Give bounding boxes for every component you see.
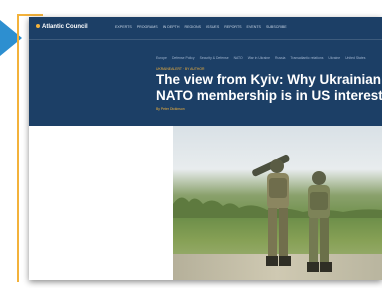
nav-item-reports[interactable]: REPORTS: [224, 25, 241, 29]
topic-tag[interactable]: Ukraine: [328, 56, 340, 60]
nav-item-events[interactable]: EVENTS: [247, 25, 261, 29]
nav-item-subscribe[interactable]: SUBSCRIBE: [266, 25, 287, 29]
article-title-line-2: NATO membership is in US interest: [156, 87, 382, 103]
article-title: The view from Kyiv: Why Ukrainian NATO m…: [156, 72, 382, 103]
nav-item-issues[interactable]: ISSUES: [206, 25, 219, 29]
topic-tag[interactable]: NATO: [234, 56, 243, 60]
decorative-frame-line-vertical: [17, 14, 19, 282]
topic-tag[interactable]: Transatlantic relations: [290, 56, 323, 60]
main-nav: EXPERTS PROGRAMS IN DEPTH REGIONS ISSUES…: [115, 25, 287, 29]
article-series-label[interactable]: UKRAINEALERT · BY AUTHOR: [156, 67, 204, 71]
nav-item-programs[interactable]: PROGRAMS: [137, 25, 158, 29]
site-logo-text: Atlantic Council: [42, 24, 88, 30]
topic-tag[interactable]: Defense Policy: [172, 56, 195, 60]
article-screenshot: Atlantic Council EXPERTS PROGRAMS IN DEP…: [29, 17, 382, 280]
topic-tag[interactable]: Europe: [156, 56, 167, 60]
site-logo[interactable]: Atlantic Council: [36, 24, 88, 30]
nav-item-experts[interactable]: EXPERTS: [115, 25, 132, 29]
topic-tag[interactable]: Russia: [275, 56, 285, 60]
logo-mark-icon: [36, 24, 40, 28]
topic-tag[interactable]: War in Ukraine: [248, 56, 270, 60]
article-byline[interactable]: By Peter Dickinson: [156, 107, 185, 111]
top-navigation-bar: Atlantic Council EXPERTS PROGRAMS IN DEP…: [29, 17, 382, 40]
topic-tags: Europe Defense Policy Security & Defense…: [156, 56, 365, 60]
topic-tag[interactable]: Security & Defense: [200, 56, 229, 60]
topic-tag[interactable]: United States: [345, 56, 365, 60]
article-hero-photo: [173, 126, 382, 280]
article-hero: Atlantic Council EXPERTS PROGRAMS IN DEP…: [29, 17, 382, 126]
nav-item-regions[interactable]: REGIONS: [184, 25, 201, 29]
article-title-line-1: The view from Kyiv: Why Ukrainian: [156, 72, 382, 87]
nav-item-in-depth[interactable]: IN DEPTH: [163, 25, 180, 29]
decorative-frame-line-horizontal: [17, 14, 43, 16]
soldier-figure-right: [307, 171, 332, 272]
